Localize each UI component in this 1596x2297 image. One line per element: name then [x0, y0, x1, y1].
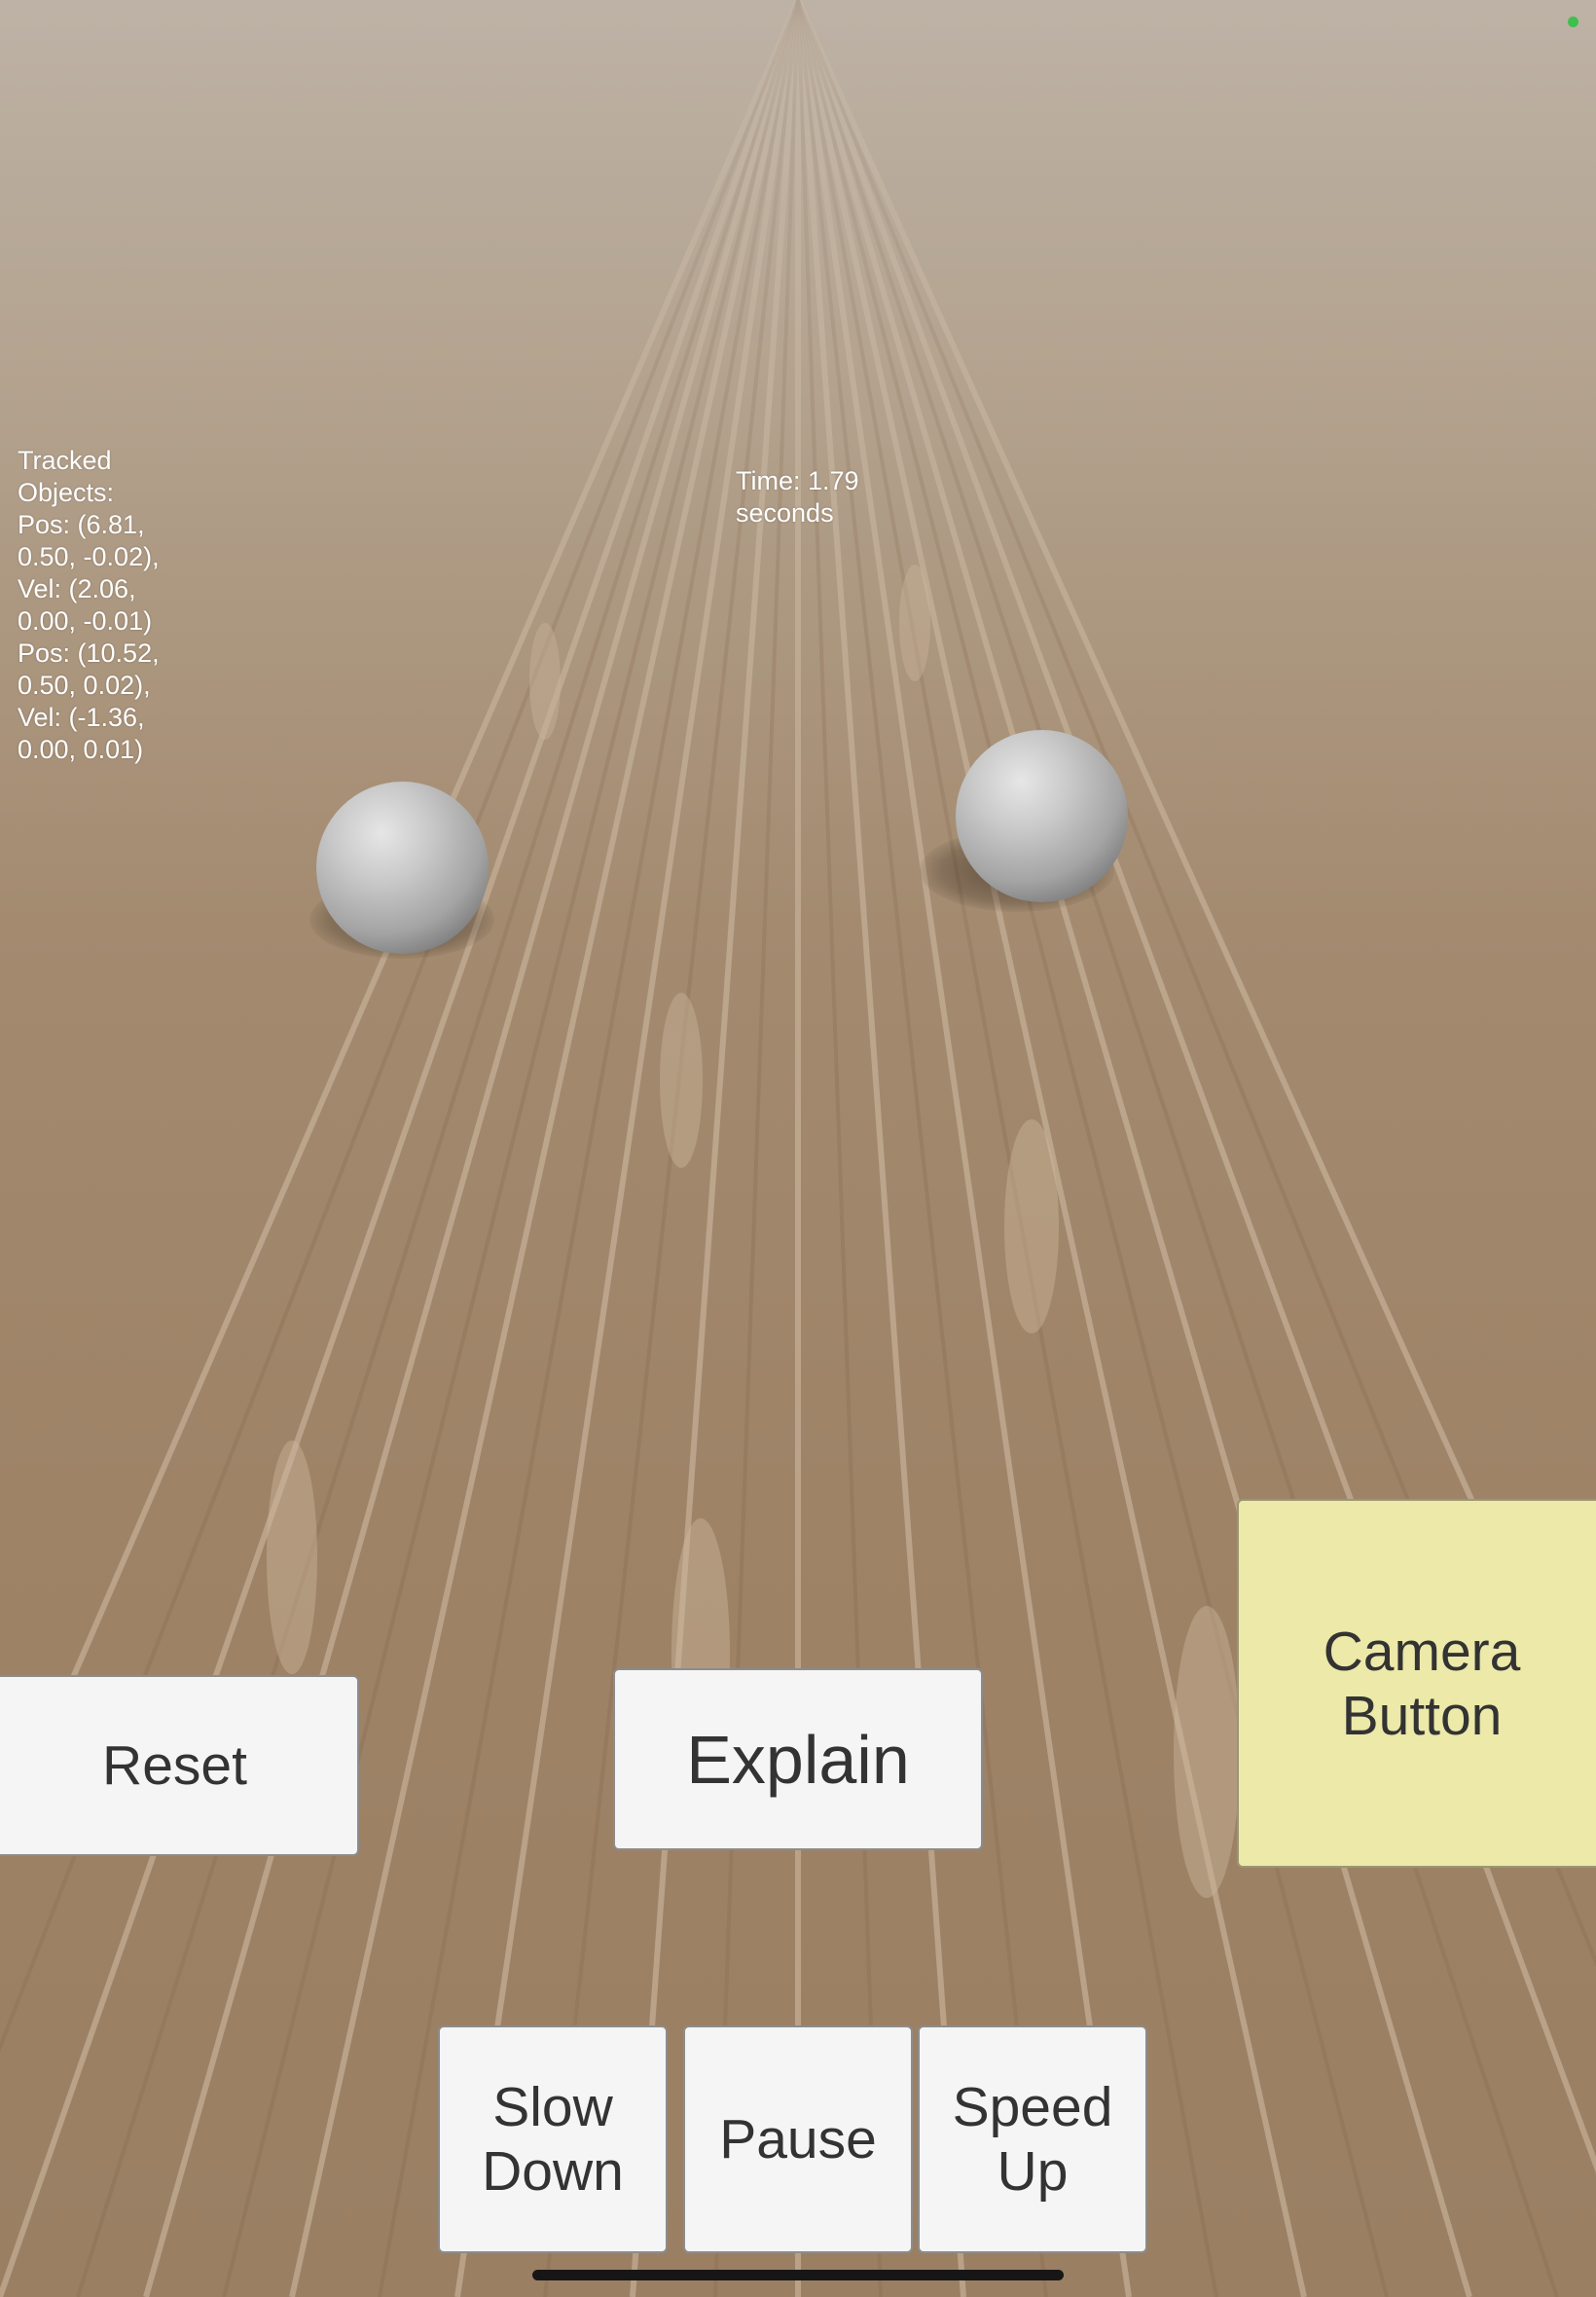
wood-grain-texture: [0, 0, 1596, 2297]
slow-down-label-line2: Down: [482, 2140, 624, 2203]
slow-down-button[interactable]: Slow Down: [438, 2025, 668, 2253]
status-indicator-dot: [1568, 17, 1578, 27]
reset-button-label: Reset: [102, 1734, 247, 1797]
tracked-line: Vel: (-1.36,: [18, 703, 145, 732]
speed-up-label-line2: Up: [997, 2140, 1069, 2203]
tracked-line: 0.50, 0.02),: [18, 671, 151, 700]
wood-floor-scene: [0, 0, 1596, 2297]
sphere-right: [956, 730, 1128, 902]
pause-button[interactable]: Pause: [683, 2025, 913, 2253]
tracked-line: Pos: (6.81,: [18, 510, 145, 539]
speed-up-label-line1: Speed: [952, 2076, 1113, 2138]
explain-button[interactable]: Explain: [613, 1668, 983, 1850]
tracked-line: 0.00, -0.01): [18, 606, 153, 636]
tracked-objects-readout: Tracked Objects: Pos: (6.81, 0.50, -0.02…: [18, 445, 193, 766]
speed-up-button[interactable]: Speed Up: [918, 2025, 1147, 2253]
camera-button-label: Camera Button: [1324, 1620, 1521, 1748]
speed-up-button-label: Speed Up: [953, 2075, 1113, 2204]
tracked-line: Pos: (10.52,: [18, 638, 160, 668]
tracked-line: Objects:: [18, 478, 115, 507]
time-value: Time: 1.79: [736, 466, 859, 495]
camera-button-label-line1: Camera: [1323, 1620, 1521, 1683]
camera-button-label-line2: Button: [1341, 1684, 1503, 1747]
camera-button[interactable]: Camera Button: [1237, 1499, 1596, 1868]
tracked-line: Tracked: [18, 446, 112, 475]
sphere-left: [316, 782, 489, 954]
reset-button[interactable]: Reset: [0, 1675, 359, 1856]
home-indicator-bar[interactable]: [532, 2270, 1064, 2280]
slow-down-label-line1: Slow: [492, 2076, 613, 2138]
pause-button-label: Pause: [719, 2108, 877, 2170]
time-readout: Time: 1.79 seconds: [736, 465, 891, 529]
explain-button-label: Explain: [686, 1721, 910, 1798]
tracked-line: Vel: (2.06,: [18, 574, 136, 603]
tracked-line: 0.50, -0.02),: [18, 542, 160, 571]
tracked-line: 0.00, 0.01): [18, 735, 144, 764]
time-unit: seconds: [736, 498, 834, 528]
slow-down-button-label: Slow Down: [482, 2075, 624, 2204]
